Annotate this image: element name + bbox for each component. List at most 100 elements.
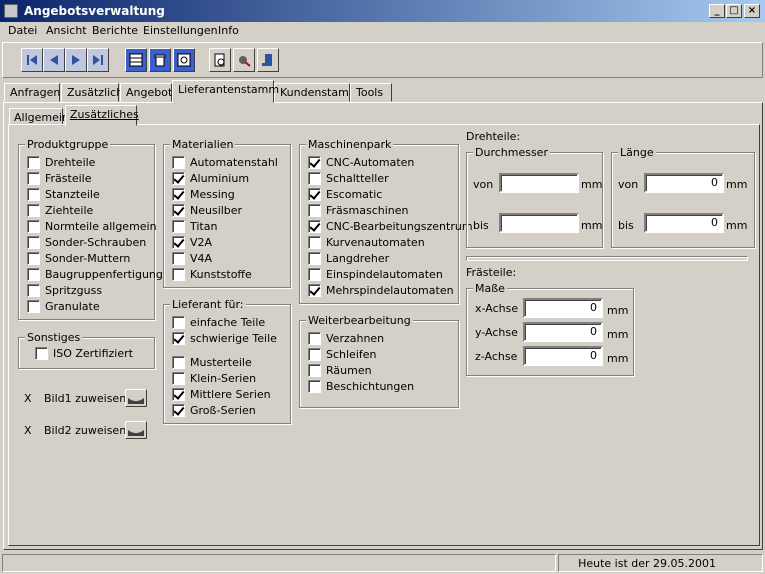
checkbox-row[interactable]: Räumen	[308, 363, 372, 377]
checkbox[interactable]	[172, 235, 185, 249]
checkbox-row[interactable]: Automatenstahl	[172, 155, 278, 169]
checkbox[interactable]	[308, 251, 321, 265]
prev-record-button[interactable]	[43, 48, 65, 72]
checkbox[interactable]	[172, 331, 185, 345]
menu-info[interactable]: Info	[218, 24, 239, 37]
checkbox-row[interactable]: V4A	[172, 251, 212, 265]
exit-button[interactable]	[257, 48, 279, 72]
checkbox-row[interactable]: Klein-Serien	[172, 371, 256, 385]
checkbox[interactable]	[308, 203, 321, 217]
checkbox-row[interactable]: Escomatic	[308, 187, 382, 201]
print-preview-button[interactable]	[209, 48, 231, 72]
checkbox-row[interactable]: Groß-Serien	[172, 403, 256, 417]
checkbox[interactable]	[27, 283, 40, 297]
checkbox-row[interactable]: Drehteile	[27, 155, 95, 169]
checkbox[interactable]	[27, 299, 40, 313]
tab-angebot[interactable]: Angebot	[120, 83, 172, 102]
checkbox-row[interactable]: Titan	[172, 219, 217, 233]
checkbox-row[interactable]: Fräsmaschinen	[308, 203, 409, 217]
checkbox-row[interactable]: Langdreher	[308, 251, 389, 265]
checkbox-row[interactable]: Musterteile	[172, 355, 252, 369]
laenge-bis-input[interactable]: 0	[644, 213, 724, 233]
checkbox-row[interactable]: Normteile allgemein	[27, 219, 157, 233]
checkbox[interactable]	[172, 187, 185, 201]
checkbox-row[interactable]: schwierige Teile	[172, 331, 277, 345]
durchmesser-bis-input[interactable]	[499, 213, 579, 233]
checkbox-row[interactable]: Einspindelautomaten	[308, 267, 443, 281]
checkbox[interactable]	[172, 315, 185, 329]
checkbox-row[interactable]: einfache Teile	[172, 315, 265, 329]
checkbox[interactable]	[172, 387, 185, 401]
checkbox-row[interactable]: Verzahnen	[308, 331, 384, 345]
checkbox-row[interactable]: Aluminium	[172, 171, 249, 185]
checkbox[interactable]	[308, 267, 321, 281]
checkbox[interactable]	[27, 203, 40, 217]
checkbox-row[interactable]: Sonder-Muttern	[27, 251, 130, 265]
checkbox-row[interactable]: CNC-Automaten	[308, 155, 414, 169]
tab-zusaetzlich[interactable]: Zusätzlich	[61, 83, 123, 102]
checkbox[interactable]	[172, 171, 185, 185]
checkbox-row[interactable]: Ziehteile	[27, 203, 93, 217]
menu-datei[interactable]: Datei	[8, 24, 37, 37]
checkbox-row[interactable]: Mehrspindelautomaten	[308, 283, 454, 297]
checkbox-row[interactable]: Kunststoffe	[172, 267, 252, 281]
checkbox[interactable]	[308, 171, 321, 185]
z-achse-input[interactable]: 0	[523, 346, 603, 366]
bild2-button[interactable]	[125, 421, 147, 439]
checkbox[interactable]	[308, 187, 321, 201]
minimize-button[interactable]: _	[709, 4, 725, 18]
checkbox-row[interactable]: Frästeile	[27, 171, 91, 185]
laenge-von-input[interactable]: 0	[644, 173, 724, 193]
y-achse-input[interactable]: 0	[523, 322, 603, 342]
tab-anfragen[interactable]: Anfragen	[4, 83, 60, 102]
checkbox[interactable]	[27, 187, 40, 201]
checkbox[interactable]	[27, 171, 40, 185]
checkbox[interactable]	[308, 235, 321, 249]
checkbox-row[interactable]: Sonder-Schrauben	[27, 235, 146, 249]
checkbox[interactable]	[308, 363, 321, 377]
menu-berichte[interactable]: Berichte	[92, 24, 138, 37]
checkbox[interactable]	[308, 283, 321, 297]
next-record-button[interactable]	[65, 48, 87, 72]
first-record-button[interactable]	[21, 48, 43, 72]
checkbox[interactable]	[27, 155, 40, 169]
settings-button[interactable]	[233, 48, 255, 72]
close-button[interactable]: ×	[744, 4, 760, 18]
checkbox[interactable]	[172, 355, 185, 369]
checkbox-row[interactable]: Mittlere Serien	[172, 387, 271, 401]
delete-record-button[interactable]	[149, 48, 171, 72]
subtab-zusaetzliches[interactable]: Zusätzliches	[65, 105, 139, 126]
checkbox-row[interactable]: ISO Zertifiziert	[35, 346, 133, 360]
menu-einstellungen[interactable]: Einstellungen	[143, 24, 218, 37]
tab-tools[interactable]: Tools	[350, 83, 392, 102]
checkbox-row[interactable]: Neusilber	[172, 203, 242, 217]
durchmesser-von-input[interactable]	[499, 173, 579, 193]
checkbox-row[interactable]: Granulate	[27, 299, 100, 313]
checkbox-row[interactable]: Messing	[172, 187, 235, 201]
checkbox-row[interactable]: Spritzguss	[27, 283, 102, 297]
checkbox[interactable]	[27, 251, 40, 265]
bild1-button[interactable]	[125, 389, 147, 407]
checkbox[interactable]	[172, 267, 185, 281]
tab-lieferantenstamm[interactable]: Lieferantenstamm	[172, 80, 279, 103]
search-record-button[interactable]	[173, 48, 195, 72]
checkbox-row[interactable]: Schaltteller	[308, 171, 389, 185]
checkbox[interactable]	[308, 219, 321, 233]
maximize-button[interactable]: □	[726, 4, 742, 18]
checkbox[interactable]	[27, 219, 40, 233]
checkbox[interactable]	[27, 235, 40, 249]
new-record-button[interactable]	[125, 48, 147, 72]
checkbox[interactable]	[172, 403, 185, 417]
last-record-button[interactable]	[87, 48, 109, 72]
checkbox[interactable]	[308, 155, 321, 169]
checkbox[interactable]	[308, 379, 321, 393]
checkbox[interactable]	[172, 155, 185, 169]
checkbox[interactable]	[172, 251, 185, 265]
checkbox-row[interactable]: Kurvenautomaten	[308, 235, 425, 249]
checkbox[interactable]	[172, 219, 185, 233]
checkbox-row[interactable]: CNC-Bearbeitungszentrum	[308, 219, 473, 233]
checkbox-row[interactable]: Schleifen	[308, 347, 377, 361]
checkbox-row[interactable]: V2A	[172, 235, 212, 249]
x-achse-input[interactable]: 0	[523, 298, 603, 318]
checkbox[interactable]	[308, 347, 321, 361]
